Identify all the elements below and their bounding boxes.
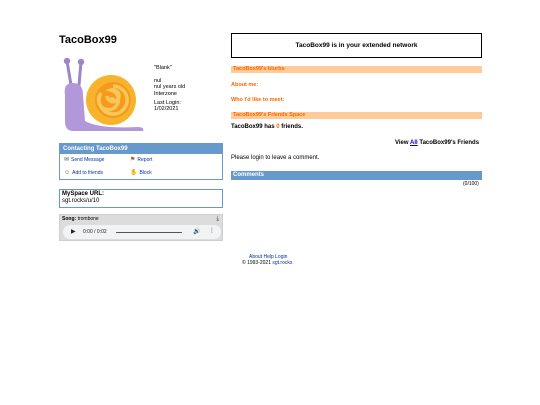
volume-icon[interactable]: 🔊 xyxy=(193,228,200,235)
url-title: MySpace URL: xyxy=(62,191,105,197)
url-value: sgt.rocks/u/10 xyxy=(62,198,100,204)
about-me-heading: About me: xyxy=(231,82,259,88)
friends-count: TacoBox99 has 0 friends. xyxy=(231,124,303,130)
song-label: Song: trombone xyxy=(62,216,99,222)
profile-info-line3: Interzone xyxy=(154,90,177,97)
footer-site-link[interactable]: sgt.rocks xyxy=(272,260,292,266)
comment-count: (0/100) xyxy=(463,181,479,187)
profile-username: TacoBox99 xyxy=(59,34,117,46)
audio-player: ▶ 0:00 / 0:02 🔊 ⋮ xyxy=(63,225,221,239)
friends-count-suffix: friends. xyxy=(281,124,303,130)
song-name: trombone xyxy=(77,216,99,222)
login-to-comment-text: Please login to leave a comment. xyxy=(231,155,320,161)
extended-network-box: TacoBox99 is in your extended network xyxy=(231,33,482,58)
report-label: Report xyxy=(137,157,153,163)
last-login-date: 1/02/2021 xyxy=(154,106,179,112)
audio-progress-bar[interactable] xyxy=(116,231,182,233)
block-link[interactable]: ✋ Block xyxy=(130,170,152,176)
profile-info: "Blank" nul nul years old Interzone Last… xyxy=(154,65,185,112)
download-icon[interactable]: ⤓ xyxy=(216,216,219,223)
footer-copyright: © 1993-2021 sgt.rocks xyxy=(242,260,292,266)
add-friend-icon: ☺ xyxy=(64,170,71,176)
friends-count-number: 0 xyxy=(276,124,280,130)
more-options-icon[interactable]: ⋮ xyxy=(209,227,215,234)
add-friends-label: Add to friends xyxy=(72,170,103,176)
view-friends-prefix: View xyxy=(395,140,409,146)
song-box: Song: trombone ⤓ ▶ 0:00 / 0:02 🔊 ⋮ xyxy=(59,214,223,241)
send-message-label: Send Message xyxy=(71,157,105,163)
contact-box: Contacting TacoBox99 ✉ Send Message ⚑ Re… xyxy=(59,143,223,180)
view-friends-suffix: TacoBox99's Friends xyxy=(419,140,480,146)
copyright-text: © 1993-2021 xyxy=(242,260,271,266)
play-icon[interactable]: ▶ xyxy=(71,228,76,235)
profile-info-line2: nul years old xyxy=(154,84,186,90)
audio-time: 0:00 / 0:02 xyxy=(83,229,107,235)
report-icon: ⚑ xyxy=(130,157,136,163)
send-message-link[interactable]: ✉ Send Message xyxy=(64,157,104,163)
add-friends-link[interactable]: ☺ Add to friends xyxy=(64,170,103,176)
url-box: MySpace URL: sgt.rocks/u/10 xyxy=(59,189,223,208)
report-link[interactable]: ⚑ Report xyxy=(130,157,152,163)
view-all-friends-link[interactable]: All xyxy=(410,140,418,146)
blurbs-header: TacoBox99's blurbs xyxy=(231,66,482,73)
friends-count-prefix: TacoBox99 has xyxy=(231,124,275,130)
song-label-title: Song: xyxy=(62,216,77,222)
view-friends: View All TacoBox99's Friends xyxy=(395,140,479,146)
avatar xyxy=(59,55,149,135)
extended-network-text: TacoBox99 is in your extended network xyxy=(295,42,418,49)
block-hand-icon: ✋ xyxy=(130,170,138,176)
comments-header: Comments xyxy=(231,171,482,180)
snail-avatar-image xyxy=(63,57,144,131)
contact-header: Contacting TacoBox99 xyxy=(60,144,222,154)
like-to-meet-heading: Who I'd like to meet: xyxy=(231,97,285,103)
friends-space-header: TacoBox99's Friends Space xyxy=(231,112,482,119)
envelope-icon: ✉ xyxy=(64,157,70,163)
block-label: Block xyxy=(139,170,152,176)
